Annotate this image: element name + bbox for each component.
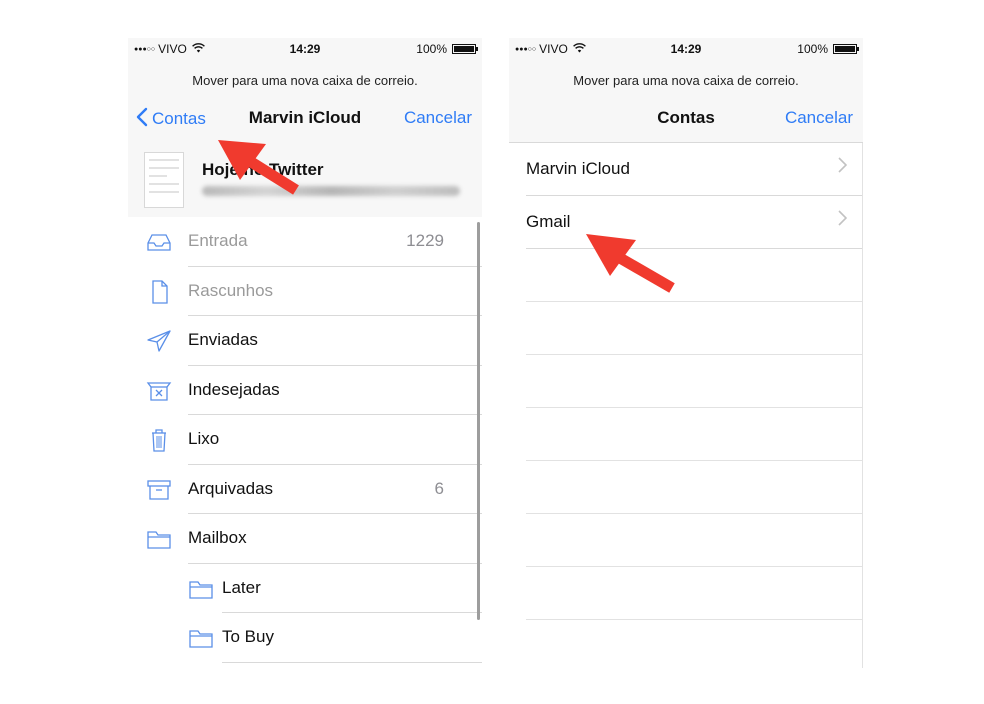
status-bar: ●●●○○ VIVO 14:29 100% [128,38,482,60]
empty-row [509,461,863,514]
trash-icon [146,428,172,452]
scrollbar[interactable] [477,222,480,620]
chevron-right-icon [838,156,848,179]
folder-count: 1229 [406,231,444,250]
battery-icon [452,44,478,54]
folder-indesejadas[interactable]: Indesejadas [128,366,482,415]
folder-lixo[interactable]: Lixo [128,415,482,465]
message-thumbnail [144,152,184,208]
battery-percent: 100% [797,42,828,56]
draft-document-icon [146,279,172,304]
message-subject: Hoje no Twitter [202,160,324,179]
empty-row [509,567,863,620]
folder-icon [188,577,214,601]
folder-arquivadas[interactable]: Arquivadas 6 [128,465,482,514]
junk-box-icon [146,379,172,403]
folder-rascunhos[interactable]: Rascunhos [128,267,482,316]
archive-box-icon [146,478,172,502]
folder-to-buy[interactable]: To Buy [128,613,482,663]
folder-label: Arquivadas [188,478,274,498]
top-bar: ●●●○○ VIVO 14:29 100% Mover para uma nov… [128,38,482,217]
status-bar: ●●●○○ VIVO 14:29 100% [509,38,863,60]
empty-row [509,408,863,461]
message-preview: Hoje no Twitter [144,148,482,208]
move-hint: Mover para uma nova caixa de correio. [573,73,799,88]
battery: 100% [797,42,859,56]
mailbox-list: Entrada 1229 Rascunhos Enviadas Indeseja… [128,217,482,663]
folder-enviadas[interactable]: Enviadas [128,316,482,366]
accounts-list: Marvin iCloud Gmail [509,143,863,620]
folder-icon [146,527,172,551]
account-marvin-icloud[interactable]: Marvin iCloud [509,143,863,196]
inbox-icon [146,230,172,254]
folder-label: Rascunhos [188,280,274,300]
battery-icon [833,44,859,54]
empty-row [509,355,863,408]
empty-row [509,249,863,302]
account-gmail[interactable]: Gmail [509,196,863,249]
folder-entrada[interactable]: Entrada 1229 [128,217,482,267]
blurred-message-snippet [202,186,460,196]
battery: 100% [416,42,478,56]
empty-row [509,302,863,355]
top-bar: ●●●○○ VIVO 14:29 100% Mover para uma nov… [509,38,863,143]
folder-label: Enviadas [188,330,258,349]
folder-mailbox[interactable]: Mailbox [128,514,482,564]
folder-label: Later [222,577,261,597]
folder-label: Entrada [188,231,248,250]
battery-percent: 100% [416,42,447,56]
folder-label: Indesejadas [188,379,280,399]
divider [862,143,863,668]
account-label: Gmail [526,212,571,231]
nav-bar: Contas Cancelar [509,106,863,132]
left-screen: ●●●○○ VIVO 14:29 100% Mover para uma nov… [128,38,482,668]
cancel-button[interactable]: Cancelar [404,108,472,128]
right-screen: ●●●○○ VIVO 14:29 100% Mover para uma nov… [509,38,863,668]
folder-icon [188,626,214,650]
folder-later[interactable]: Later [128,564,482,613]
folder-label: Lixo [188,429,220,448]
nav-bar: Contas Marvin iCloud Cancelar [128,106,482,132]
empty-row [509,514,863,567]
chevron-right-icon [838,209,848,232]
move-hint: Mover para uma nova caixa de correio. [192,73,418,88]
folder-count: 6 [434,478,444,498]
account-label: Marvin iCloud [526,159,630,178]
folder-label: Mailbox [188,528,247,547]
folder-label: To Buy [222,627,274,646]
paper-plane-icon [146,329,172,353]
cancel-button[interactable]: Cancelar [785,108,853,128]
